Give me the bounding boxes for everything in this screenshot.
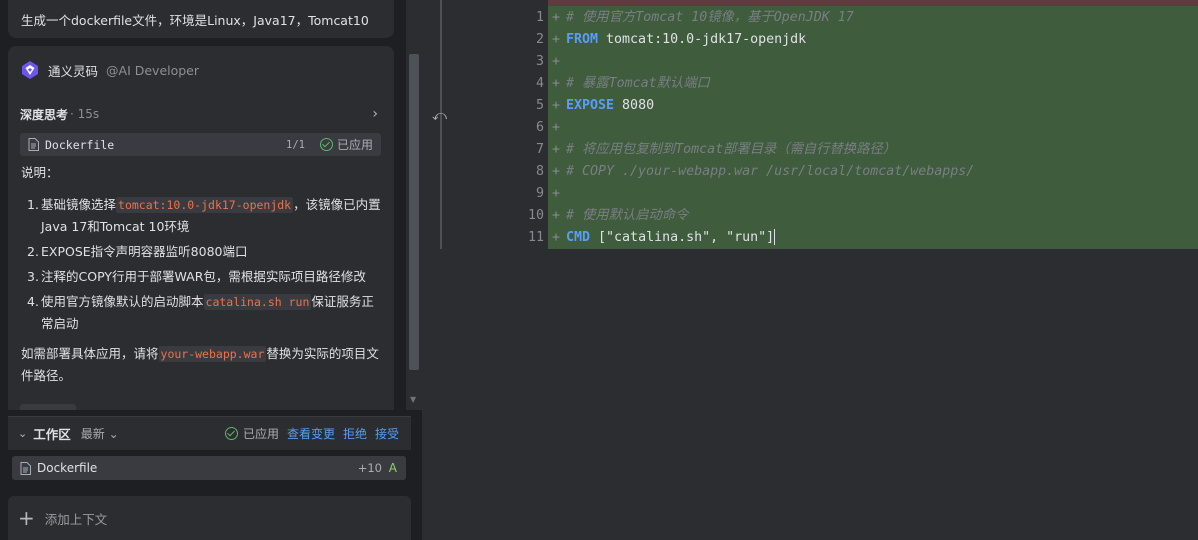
chevron-down-icon[interactable]: ⌄ [18,427,27,440]
tongyi-logo-icon [22,61,38,79]
add-context-box[interactable]: + 添加上下文 [8,496,411,540]
diff-add-mark: + [551,186,560,201]
code-text: CMD ["catalina.sh", "run"] [566,229,776,245]
chat-panel: 生成一个dockerfile文件，环境是Linux，Java17，Tomcat1… [0,0,422,540]
code-line[interactable]: 7 + # 将应用包复制到Tomcat部署目录（需自行替换路径） [502,139,974,161]
check-circle-icon [319,138,333,151]
code-line[interactable]: 8 + # COPY ./your-webapp.war /usr/local/to… [502,161,974,183]
deep-thinking-toggle[interactable]: 深度思考 · 15s › [20,106,382,122]
scrollbar-thumb[interactable] [409,54,419,370]
reject-button[interactable]: 拒绝 [343,425,367,442]
thinking-time: · 15s [70,107,100,121]
code-line[interactable]: 6 + [502,117,974,139]
line-number: 9 [535,186,544,201]
plus-icon[interactable]: + [18,508,35,528]
line-number: 10 [527,208,544,223]
diff-add-mark: + [551,208,560,223]
list-item: 1. 基础镜像选择 tomcat:10.0-jdk17-openjdk ，该镜像已内… [27,197,381,234]
diff-add-mark: + [551,54,560,69]
revert-icon[interactable]: ⤺ [432,108,448,124]
explanation-list: 1. 基础镜像选择 tomcat:10.0-jdk17-openjdk ，该镜像已内… [21,194,381,338]
line-number: 5 [535,98,544,113]
workspace-file-row[interactable]: Dockerfile +10 A [12,456,406,480]
assistant-handle: @AI Developer [106,62,200,78]
diff-add-mark: + [551,32,560,47]
assistant-header: 通义灵码 @AI Developer [20,60,199,80]
code-line[interactable]: 1 + # 使用官方Tomcat 10镜像，基于OpenJDK 17 [502,7,974,29]
code-line[interactable]: 2 + FROM tomcat:10.0-jdk17-openjdk [502,29,974,51]
generated-file-chip[interactable]: Dockerfile 1/1 已应用 [20,133,381,156]
thinking-label: 深度思考 [20,107,69,122]
code-text: # 将应用包复制到Tomcat部署目录（需自行替换路径） [566,142,896,157]
file-chip-name: Dockerfile [45,137,115,152]
code-text: EXPOSE 8080 [566,98,655,113]
list-item: 3. 注释的COPY行用于部署WAR包，需根据实际项目路径修改 [27,269,366,284]
chevron-right-icon: › [372,106,378,122]
user-message-text: 生成一个dockerfile文件，环境是Linux，Java17，Tomcat1… [21,13,369,28]
workspace-file-name: Dockerfile [37,461,98,475]
code-line[interactable]: 5 + EXPOSE 8080 [502,95,974,117]
file-icon [28,138,39,151]
diff-add-mark: + [551,164,560,179]
code-line[interactable]: 10 + # 使用默认启动命令 [502,205,974,227]
inline-code: tomcat:10.0-jdk17-openjdk [116,197,294,213]
workspace-sort-dropdown[interactable]: 最新 ⌄ [81,425,119,442]
check-circle-icon [224,427,238,440]
scroll-down-icon[interactable]: ▼ [410,395,416,404]
line-number: 8 [535,164,544,179]
diff-add-mark: + [551,76,560,91]
file-chip-status-label: 已应用 [336,138,373,152]
code-lines: 1 + # 使用官方Tomcat 10镜像，基于OpenJDK 17 2 + FROM t… [502,7,974,249]
line-number: 11 [527,230,544,245]
list-item: 4. 使用官方镜像默认的启动脚本 catalina.sh run 保证服务正常启动 [27,294,374,331]
code-editor[interactable]: ⤺ 1 + # 使用官方Tomcat 10镜像，基于OpenJDK 17 2 + FROM… [422,0,1198,540]
list-item: 2. EXPOSE指令声明容器监听8080端口 [27,244,248,259]
accept-button[interactable]: 接受 [375,425,399,442]
code-text: FROM tomcat:10.0-jdk17-openjdk [566,32,807,47]
code-text: # 使用官方Tomcat 10镜像，基于OpenJDK 17 [566,10,854,25]
explain-label: 说明： [21,165,59,180]
code-line[interactable]: 3 + [502,51,974,73]
add-context-label: 添加上下文 [44,511,108,527]
file-icon [20,461,31,475]
workspace-header: ⌄ 工作区 最新 ⌄ 已应用 查看变更 拒绝 接受 [8,416,411,450]
diff-add-mark: + [551,120,560,135]
assistant-name: 通义灵码 [48,63,99,79]
workspace-status: 已应用 [224,425,279,442]
inline-code: your-webapp.war [158,346,267,362]
truncated-chip [20,404,76,410]
diff-gutter-line [440,0,442,249]
text-cursor [774,229,776,245]
code-text: # 使用默认启动命令 [566,208,689,223]
code-text: # COPY ./your-webapp.war /usr/local/tomc… [566,164,975,179]
workspace-title[interactable]: 工作区 [33,424,71,443]
line-number: 2 [535,32,544,47]
diff-add-mark: + [551,230,560,245]
line-number: 3 [535,54,544,69]
diff-add-mark: + [551,142,560,157]
view-changes-button[interactable]: 查看变更 [287,425,335,442]
user-message: 生成一个dockerfile文件，环境是Linux，Java17，Tomcat1… [8,0,394,38]
file-chip-count: 1/1 [286,138,305,151]
outro-text: 如需部署具体应用，请将 your-webapp.war 替换为实际的项目文件路径。 [21,346,379,383]
file-status-badge: A [388,461,397,475]
line-delta: +10 [357,461,382,475]
line-number: 4 [535,76,544,91]
diff-add-mark: + [551,98,560,113]
code-line[interactable]: 9 + [502,183,974,205]
chat-scrollbar[interactable]: ▼ [406,0,422,410]
code-text: # 暴露Tomcat默认端口 [566,76,710,91]
assistant-response: 通义灵码 @AI Developer 深度思考 · 15s › Dockerfi… [8,46,394,410]
line-number: 1 [535,10,544,25]
line-number: 7 [535,142,544,157]
code-line[interactable]: 4 + # 暴露Tomcat默认端口 [502,73,974,95]
inline-code: catalina.sh run [203,294,312,310]
file-chip-status: 已应用 [319,136,373,153]
diff-add-mark: + [551,10,560,25]
line-number: 6 [535,120,544,135]
code-line[interactable]: 11 + CMD ["catalina.sh", "run"] [502,227,974,249]
